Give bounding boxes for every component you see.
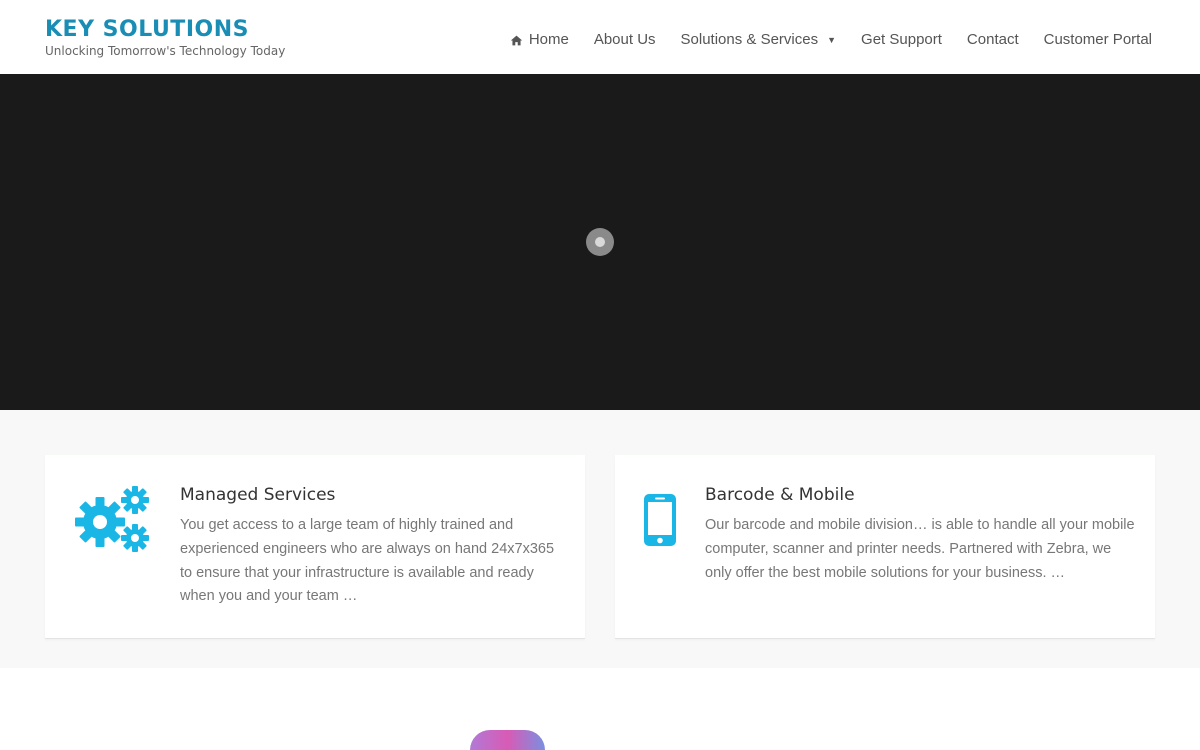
nav-item-home[interactable]: Home bbox=[510, 30, 569, 50]
gears-icon bbox=[75, 486, 149, 552]
service-description-barcode-mobile: Our barcode and mobile division… is able… bbox=[705, 517, 1135, 581]
nav-label-home: Home bbox=[528, 31, 569, 48]
nav-item-solutions-services[interactable]: Solutions & Services ▼ bbox=[681, 30, 837, 50]
nav-item-about-us[interactable]: About Us bbox=[594, 30, 656, 50]
home-icon bbox=[510, 35, 522, 45]
hero-slider bbox=[0, 74, 1200, 410]
nav-label-contact: Contact bbox=[966, 31, 1019, 48]
site-header: KEY SOLUTIONS Unlocking Tomorrow's Techn… bbox=[0, 0, 1200, 74]
nav-label-get-support: Get Support bbox=[861, 31, 942, 48]
mobile-phone-icon bbox=[644, 494, 676, 546]
nav-label-solutions-services: Solutions & Services bbox=[680, 31, 819, 48]
service-description-managed-services: You get access to a large team of highly… bbox=[180, 517, 555, 605]
next-section bbox=[0, 668, 1200, 750]
main-nav: Home About Us Solutions & Services ▼ Get… bbox=[510, 30, 1152, 50]
nav-label-customer-portal: Customer Portal bbox=[1043, 31, 1152, 48]
brand[interactable]: KEY SOLUTIONS Unlocking Tomorrow's Techn… bbox=[45, 17, 285, 59]
site-tagline: Unlocking Tomorrow's Technology Today bbox=[45, 44, 286, 58]
site-title[interactable]: KEY SOLUTIONS bbox=[45, 17, 285, 43]
nav-item-get-support[interactable]: Get Support bbox=[861, 30, 942, 50]
caret-down-icon: ▼ bbox=[827, 35, 837, 45]
partial-logo-image bbox=[470, 730, 545, 750]
nav-label-about-us: About Us bbox=[593, 31, 656, 48]
nav-item-contact[interactable]: Contact bbox=[967, 30, 1019, 50]
loading-spinner-dot bbox=[595, 237, 605, 247]
service-title-managed-services[interactable]: Managed Services bbox=[180, 485, 335, 505]
services-section: Managed Services You get access to a lar… bbox=[0, 410, 1200, 668]
service-card-managed-services[interactable]: Managed Services You get access to a lar… bbox=[45, 455, 585, 639]
loading-spinner-icon bbox=[586, 228, 614, 256]
service-card-barcode-mobile[interactable]: Barcode & Mobile Our barcode and mobile … bbox=[615, 455, 1155, 639]
service-title-barcode-mobile[interactable]: Barcode & Mobile bbox=[705, 485, 855, 505]
nav-item-customer-portal[interactable]: Customer Portal bbox=[1044, 30, 1152, 50]
